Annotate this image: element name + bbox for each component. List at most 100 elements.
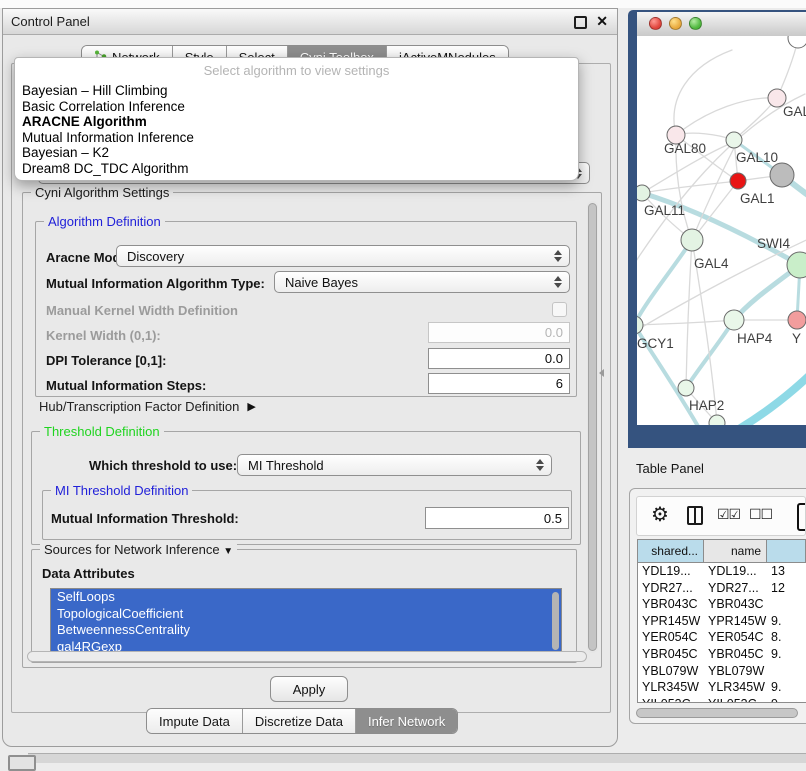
data-attribute-item[interactable]: SelfLoops <box>51 589 561 606</box>
column-header-shared[interactable]: shared... <box>638 540 704 562</box>
table-row[interactable]: YPR145WYPR145W9. <box>638 613 806 630</box>
combobox-stepper-icon <box>554 276 562 288</box>
network-node-gal4[interactable] <box>681 229 703 251</box>
checked-boxes-icon[interactable]: ☑☑ <box>717 506 740 523</box>
table-panel: ⚙ ☑☑ ☐☐ shared...name YDL19...YDL19...13… <box>629 488 806 724</box>
network-node-edge-node[interactable] <box>788 36 806 48</box>
network-edge[interactable] <box>723 368 806 425</box>
table-cell: YBR045C <box>638 646 704 663</box>
table-cell: 8. <box>767 629 806 646</box>
table-row[interactable]: YBL079WYBL079W <box>638 663 806 680</box>
close-icon[interactable]: ✕ <box>596 13 608 30</box>
mi-type-value: Naive Bayes <box>275 275 554 290</box>
settings-vertical-scrollbar[interactable] <box>587 201 598 653</box>
settings-horizontal-scrollbar[interactable] <box>27 651 587 662</box>
table-cell: YLR345W <box>638 679 704 696</box>
column-header-clipped[interactable] <box>767 540 806 562</box>
network-node-hap2[interactable] <box>678 380 694 396</box>
network-node-hap4[interactable] <box>724 310 744 330</box>
table-cell: YBR043C <box>638 596 704 613</box>
algorithm-option-mutual-information-inference[interactable]: Mutual Information Inference <box>15 130 578 146</box>
node-label-swi4: SWI4 <box>757 236 790 251</box>
network-edge[interactable] <box>637 240 692 325</box>
mi-steps-input[interactable]: 6 <box>428 373 570 394</box>
network-edge[interactable] <box>674 50 732 135</box>
network-edge[interactable] <box>686 320 734 388</box>
zoom-traffic-light-icon[interactable] <box>689 17 702 30</box>
float-window-icon[interactable] <box>574 16 587 29</box>
tab-discretize-data[interactable]: Discretize Data <box>242 709 355 733</box>
table-horizontal-scrollbar[interactable] <box>635 708 803 718</box>
combobox-stepper-icon <box>536 459 544 471</box>
network-window-titlebar[interactable] <box>637 12 806 37</box>
network-node-gal11[interactable] <box>637 185 650 201</box>
minimize-traffic-light-icon[interactable] <box>669 17 682 30</box>
expand-arrow-icon[interactable]: ▶ <box>247 400 255 413</box>
table-cell: YDR27... <box>638 580 704 597</box>
data-attribute-item[interactable]: BetweennessCentrality <box>51 622 561 639</box>
network-node-gal1[interactable] <box>730 173 746 189</box>
tab-impute-data[interactable]: Impute Data <box>147 709 242 733</box>
network-edge[interactable] <box>686 240 692 388</box>
which-threshold-combobox[interactable]: MI Threshold <box>237 454 552 476</box>
network-node-gal10[interactable] <box>726 132 742 148</box>
aracne-mode-value: Discovery <box>117 249 554 264</box>
node-label-gcy1: GCY1 <box>637 336 674 351</box>
data-attribute-item[interactable]: TopologicalCoefficient <box>51 606 561 623</box>
table-cell: YPR145W <box>638 613 704 630</box>
table-cell: YIL053C <box>638 696 704 703</box>
apply-button[interactable]: Apply <box>270 676 348 702</box>
table-row[interactable]: YBR043CYBR043C <box>638 596 806 613</box>
list-scrollbar[interactable] <box>552 592 559 650</box>
kernel-width-input[interactable]: 0.0 <box>428 322 570 343</box>
network-node-salmon-node[interactable] <box>788 311 806 329</box>
node-label-gal11: GAL11 <box>644 203 685 218</box>
mi-type-combobox[interactable]: Naive Bayes <box>274 271 570 293</box>
algorithm-option-basic-correlation-inference[interactable]: Basic Correlation Inference <box>15 99 578 115</box>
hub-definition-section[interactable]: Hub/Transcription Factor Definition ▶ <box>39 399 256 414</box>
algorithm-dropdown-popup: Select algorithm to view settings Bayesi… <box>14 57 579 181</box>
node-label-gal4: GAL4 <box>694 256 729 271</box>
table-row[interactable]: YDL19...YDL19...13 <box>638 563 806 580</box>
table-row[interactable]: YBR045CYBR045C9. <box>638 646 806 663</box>
close-traffic-light-icon[interactable] <box>649 17 662 30</box>
table-cell: 12 <box>767 580 806 597</box>
algorithm-option-bayesian-hill-climbing[interactable]: Bayesian – Hill Climbing <box>15 83 578 99</box>
dpi-tolerance-input[interactable]: 0.0 <box>428 348 570 369</box>
network-edge[interactable] <box>676 98 777 135</box>
mi-threshold-input[interactable]: 0.5 <box>425 507 569 529</box>
table-row[interactable]: YER054CYER054C8. <box>638 629 806 646</box>
column-header-name[interactable]: name <box>704 540 767 562</box>
network-canvas[interactable]: GALGAL80GAL10GAL1GAL11GAL4SWI4GCY1HAP4YH… <box>637 36 806 425</box>
algorithm-option-dream8-dc-tdc-algorithm[interactable]: Dream8 DC_TDC Algorithm <box>15 161 578 177</box>
clipped-toolbar-icon[interactable] <box>797 503 806 531</box>
panel-title: Control Panel <box>11 14 90 29</box>
mi-threshold-label: Mutual Information Threshold: <box>51 511 239 526</box>
aracne-mode-combobox[interactable]: Discovery <box>116 245 570 267</box>
table-cell: YBL079W <box>704 663 767 680</box>
table-cell: 9. <box>767 679 806 696</box>
table-header-row: shared...name <box>638 540 806 563</box>
algorithm-definition-legend: Algorithm Definition <box>44 214 165 229</box>
collapse-caret-icon[interactable]: ▼ <box>223 546 233 557</box>
unchecked-boxes-icon[interactable]: ☐☐ <box>749 506 772 523</box>
columns-icon[interactable] <box>687 506 703 525</box>
threshold-definition-group: Threshold Definition Which threshold to … <box>31 431 581 545</box>
bottom-left-window-icon[interactable] <box>8 755 36 771</box>
gear-icon[interactable]: ⚙ <box>651 502 669 528</box>
algorithm-option-aracne-algorithm[interactable]: ARACNE Algorithm <box>15 114 578 130</box>
mi-steps-label: Mutual Information Steps: <box>46 378 206 393</box>
tab-infer-network[interactable]: Infer Network <box>355 709 457 733</box>
table-row[interactable]: YIL053CYIL053C9 <box>638 696 806 703</box>
manual-kernel-checkbox[interactable] <box>552 302 567 317</box>
table-row[interactable]: YDR27...YDR27...12 <box>638 580 806 597</box>
network-node-gcy1[interactable] <box>637 316 643 334</box>
threshold-definition-legend: Threshold Definition <box>40 424 164 439</box>
algorithm-option-bayesian-k2[interactable]: Bayesian – K2 <box>15 145 578 161</box>
data-attributes-list[interactable]: SelfLoopsTopologicalCoefficientBetweenne… <box>50 588 562 656</box>
network-node-gray-node[interactable] <box>770 163 794 187</box>
splitter-handle-icon[interactable] <box>599 369 604 377</box>
table-row[interactable]: YLR345WYLR345W9. <box>638 679 806 696</box>
popup-item-list: Bayesian – Hill ClimbingBasic Correlatio… <box>15 83 578 176</box>
network-edge[interactable] <box>642 181 738 193</box>
